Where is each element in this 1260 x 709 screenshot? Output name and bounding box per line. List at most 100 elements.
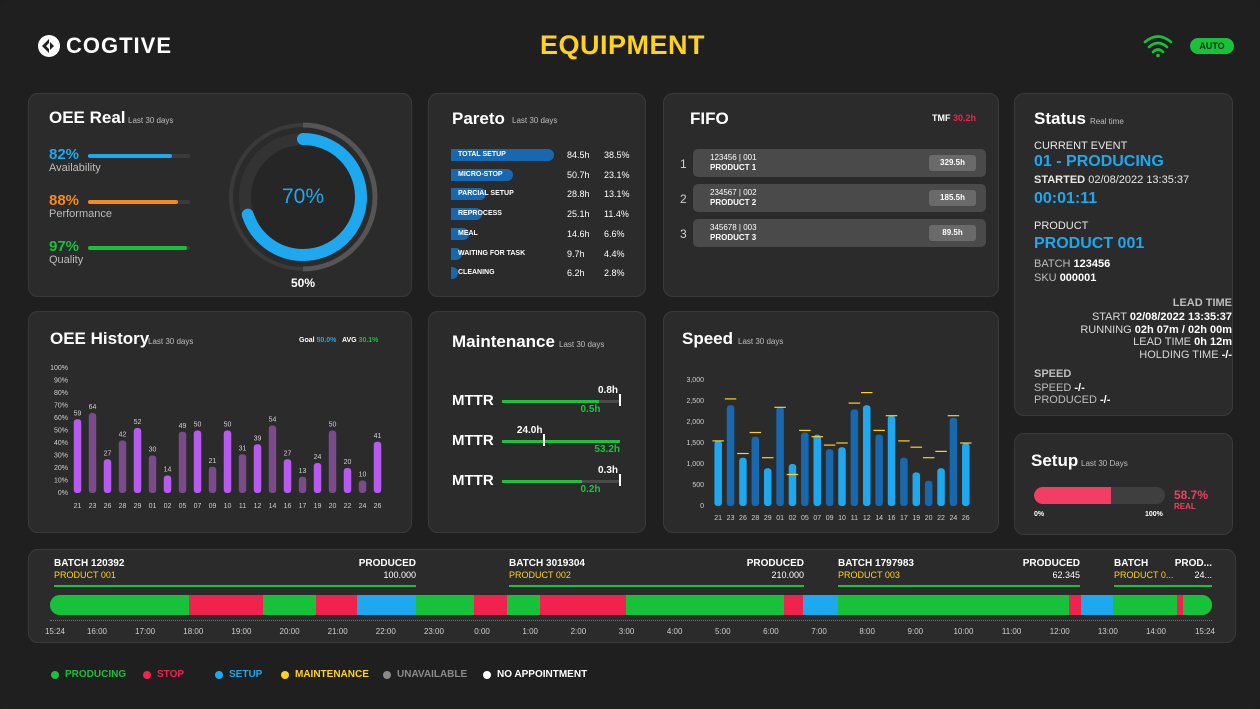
speed-bar[interactable] [863, 405, 871, 506]
timeline-segment-stop[interactable] [1069, 595, 1081, 615]
history-bar[interactable] [208, 466, 217, 493]
speed-bar[interactable] [850, 409, 859, 506]
timeline-segment-producing[interactable] [1182, 595, 1212, 615]
oee-history-title: OEE History [50, 329, 150, 348]
timeline-segment-stop[interactable] [474, 595, 507, 615]
speed-bar[interactable] [924, 480, 933, 506]
history-bar[interactable] [373, 441, 382, 493]
legend-label: SETUP [229, 669, 263, 680]
maintenance-title: Maintenance [452, 332, 555, 351]
history-bar[interactable] [103, 459, 112, 493]
history-bar[interactable] [88, 413, 97, 493]
timeline-segment-stop[interactable] [540, 595, 627, 615]
batch-header[interactable]: BATCH 3019304 PRODUCT 002 PRODUCED 210.000 [509, 558, 804, 588]
speed-bar[interactable] [900, 457, 908, 506]
batch-underline [838, 585, 1080, 587]
speed-bar[interactable] [776, 407, 784, 506]
speed-bar[interactable] [962, 443, 970, 506]
speed-bar[interactable] [788, 464, 797, 506]
fifo-row[interactable]: 123456 | 001 PRODUCT 1 329.5h [693, 149, 986, 177]
speed-bar[interactable] [801, 432, 809, 507]
history-bar[interactable] [223, 430, 232, 494]
speed-bar[interactable] [912, 472, 921, 506]
history-bar[interactable] [328, 430, 337, 494]
timeline-segment-setup[interactable] [356, 595, 417, 615]
timeline-segment-setup[interactable] [1080, 595, 1114, 615]
speed-bar[interactable] [813, 434, 821, 506]
pareto-label: PARCIAL SETUP [458, 190, 514, 198]
history-bar[interactable] [238, 454, 247, 493]
oee-history-subtitle: Last 30 days [148, 337, 194, 346]
setup-min-label: 0% [1034, 511, 1045, 518]
timeline-segment-setup[interactable] [802, 595, 838, 615]
y-tick: 1,000 [686, 461, 704, 468]
timeline-segment-stop[interactable] [784, 595, 803, 615]
y-tick: 50% [54, 428, 68, 435]
speed-bar[interactable] [751, 436, 760, 506]
x-tick: 10 [838, 515, 846, 522]
history-bar[interactable] [73, 419, 82, 493]
history-bar[interactable] [313, 463, 322, 493]
timeline-segment-producing[interactable] [262, 595, 317, 615]
timeline-tick: 8:00 [859, 627, 875, 636]
y-tick: 70% [54, 403, 68, 410]
history-bar[interactable] [148, 455, 157, 494]
timeline-segment-producing[interactable] [1113, 595, 1178, 615]
current-event-value: 01 - PRODUCING [1034, 153, 1164, 170]
oee-history-goal-avg: Goal 50.0% AVG 30.1% [299, 337, 378, 344]
speed-bar[interactable] [726, 405, 735, 506]
history-bar[interactable] [193, 430, 202, 494]
legend-label: STOP [157, 669, 185, 680]
speed-bar[interactable] [714, 440, 722, 506]
speed-bar[interactable] [937, 468, 945, 506]
speed-bar[interactable] [887, 415, 896, 506]
x-tick: 09 [826, 515, 834, 522]
y-tick: 0% [58, 490, 68, 497]
timeline-segment-producing[interactable] [506, 595, 541, 615]
legend-item: MAINTENANCE [281, 669, 369, 680]
fifo-row[interactable]: 234567 | 002 PRODUCT 2 185.5h [693, 184, 986, 212]
holding-value: -/- [1221, 349, 1232, 361]
speed-bar[interactable] [949, 417, 958, 506]
maintenance-goal: 0.2h [580, 484, 601, 495]
cogtive-logo-icon [38, 35, 60, 57]
oee-gauge-goal: 50% [290, 276, 316, 290]
speed-bar[interactable] [825, 449, 834, 506]
speed-bar[interactable] [838, 447, 846, 506]
batch-header[interactable]: BATCH PRODUCT 0... PROD... 24... [1114, 558, 1212, 588]
timeline-segment-stop[interactable] [316, 595, 357, 615]
auto-mode-badge[interactable]: AUTO [1190, 38, 1234, 54]
timeline-segment-producing[interactable] [626, 595, 785, 615]
timeline-segment-producing[interactable] [416, 595, 475, 615]
history-bar[interactable] [133, 428, 142, 493]
speed-bar[interactable] [763, 468, 772, 506]
timeline-segment-producing[interactable] [50, 595, 190, 615]
setup-title: Setup [1031, 451, 1079, 470]
history-bar[interactable] [163, 475, 172, 494]
timeline-segment-stop[interactable] [189, 595, 263, 615]
timeline-bar[interactable] [50, 595, 1212, 615]
x-tick: 07 [813, 515, 821, 522]
history-bar[interactable] [178, 431, 187, 493]
x-tick: 29 [134, 503, 142, 510]
y-tick: 90% [54, 378, 68, 385]
batch-header[interactable]: BATCH 1797983 PRODUCT 003 PRODUCED 62.345 [838, 558, 1080, 588]
history-bar[interactable] [343, 468, 352, 493]
timeline-segment-producing[interactable] [837, 595, 1070, 615]
history-bar[interactable] [283, 459, 292, 493]
speed-bar[interactable] [875, 434, 883, 506]
batch-header[interactable]: BATCH 120392 PRODUCT 001 PRODUCED 100.000 [54, 558, 416, 588]
maintenance-value: 0.8h [597, 385, 618, 396]
product-label: PRODUCT [1034, 220, 1089, 232]
speed-bar[interactable] [739, 457, 747, 506]
started-row: STARTED 02/08/2022 13:35:37 [1034, 174, 1189, 186]
x-tick: 09 [209, 503, 217, 510]
fifo-row[interactable]: 345678 | 003 PRODUCT 3 89.5h [693, 219, 986, 247]
history-bar[interactable] [358, 480, 367, 494]
status-subtitle: Real time [1090, 117, 1124, 126]
speed-subtitle: Last 30 days [738, 337, 784, 346]
history-bar[interactable] [253, 444, 262, 493]
history-bar[interactable] [298, 476, 307, 493]
history-bar[interactable] [118, 440, 127, 494]
history-bar[interactable] [268, 425, 277, 494]
